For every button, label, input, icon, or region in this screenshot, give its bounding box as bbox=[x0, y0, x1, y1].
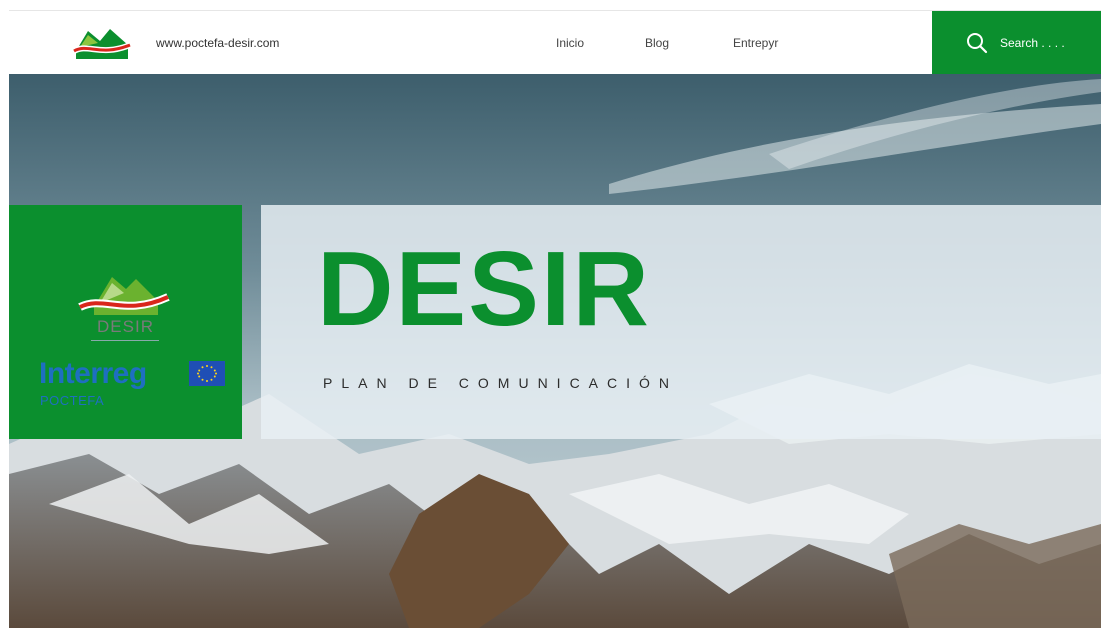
desir-logo-icon[interactable] bbox=[70, 23, 134, 63]
panel-divider bbox=[91, 340, 159, 341]
eu-flag-icon bbox=[189, 361, 225, 386]
nav-link-blog[interactable]: Blog bbox=[645, 36, 669, 50]
page-subtitle: PLAN DE COMUNICACIÓN bbox=[323, 375, 679, 391]
program-logo-panel: DESIR Interreg POCTEFA bbox=[9, 205, 242, 439]
search-button[interactable]: Search . . . . bbox=[932, 11, 1101, 75]
page-title: DESIR bbox=[317, 230, 651, 348]
search-placeholder: Search . . . . bbox=[1000, 36, 1065, 50]
poctefa-label: POCTEFA bbox=[40, 393, 105, 408]
desir-logo-icon bbox=[78, 277, 170, 315]
nav-link-inicio[interactable]: Inicio bbox=[556, 36, 584, 50]
site-url[interactable]: www.poctefa-desir.com bbox=[156, 36, 279, 50]
nav-link-entrepyr[interactable]: Entrepyr bbox=[733, 36, 778, 50]
panel-desir-label: DESIR bbox=[97, 317, 154, 336]
interreg-label: Interreg bbox=[39, 357, 147, 390]
hero-banner: DESIR Interreg POCTEFA DESIR PLAN DE COM… bbox=[9, 74, 1101, 628]
search-icon bbox=[967, 33, 988, 54]
top-header: www.poctefa-desir.com Inicio Blog Entrep… bbox=[9, 10, 1101, 75]
title-panel: DESIR PLAN DE COMUNICACIÓN bbox=[261, 205, 1101, 439]
